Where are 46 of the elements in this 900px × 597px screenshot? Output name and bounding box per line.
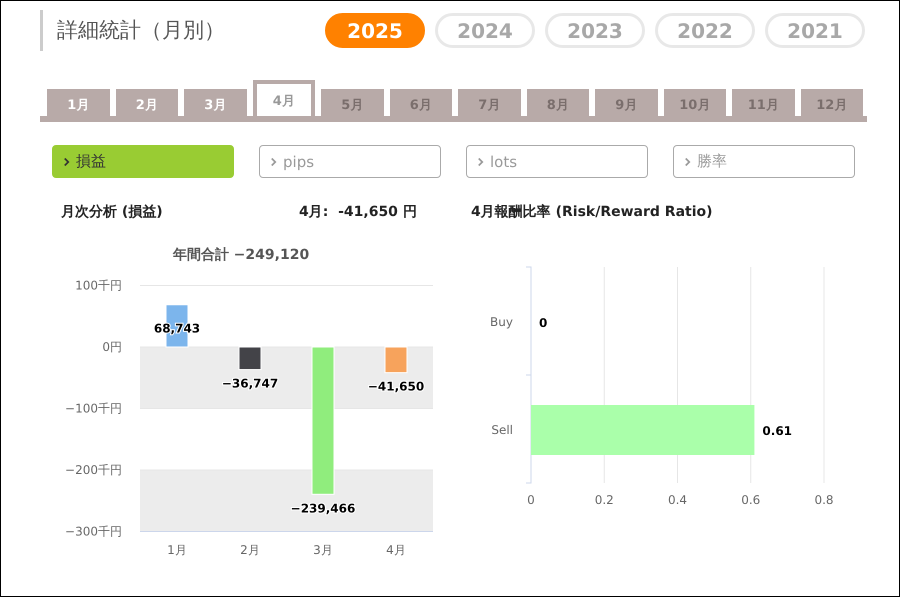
data-label: −239,466 — [290, 501, 356, 516]
axis-label: −100千円 — [65, 402, 122, 416]
axis-label: 0.8 — [814, 493, 834, 507]
axis-label: 4月 — [386, 543, 406, 557]
data-label: −36,747 — [222, 376, 278, 391]
axis-label: 0.4 — [668, 493, 688, 507]
bar — [238, 346, 262, 370]
data-label: 0 — [539, 316, 548, 330]
page-title: 詳細統計（月別） — [40, 10, 309, 51]
year-button[interactable]: 2023 — [545, 13, 645, 48]
month-tab[interactable]: 1月 — [47, 89, 110, 116]
bar — [384, 346, 408, 374]
axis-label: 3月 — [313, 543, 333, 557]
axis-label: −300千円 — [65, 524, 122, 538]
data-label: 0.61 — [762, 424, 792, 438]
chevron-icon — [477, 156, 484, 166]
axis-label: Sell — [491, 423, 513, 437]
chart-title: 年間合計 −249,120 — [172, 247, 310, 263]
axis-label: −200千円 — [65, 463, 122, 477]
filter-button[interactable]: 勝率 — [673, 145, 855, 178]
month-total: 4月: -41,650 円 — [299, 203, 418, 221]
axis-label: 100千円 — [75, 278, 122, 292]
axis-label: 0.6 — [741, 493, 760, 507]
chevron-icon — [270, 156, 277, 166]
month-tab[interactable]: 2月 — [116, 89, 178, 116]
data-label: −41,650 — [368, 380, 424, 394]
chevron-icon — [63, 156, 70, 166]
axis-label: 0 — [527, 493, 535, 507]
axis-label: Buy — [490, 315, 513, 329]
data-label: 68,743 — [154, 322, 200, 336]
filter-button[interactable]: 損益 — [52, 145, 234, 178]
axis-label: 0.2 — [594, 493, 614, 507]
year-button[interactable]: 2024 — [435, 13, 535, 48]
axis-label: 2月 — [240, 543, 260, 557]
year-button[interactable]: 2022 — [655, 13, 755, 48]
section-heading: 月次分析 (損益) — [61, 203, 164, 221]
filter-button[interactable]: pips — [259, 145, 441, 178]
section-heading: 4月報酬比率 (Risk/Reward Ratio) — [471, 203, 713, 221]
month-tab[interactable]: 4月 — [252, 80, 315, 116]
axis-label: 1月 — [167, 543, 187, 557]
chevron-icon — [684, 156, 691, 166]
year-button[interactable]: 2021 — [765, 13, 865, 48]
month-tab[interactable]: 3月 — [184, 89, 246, 116]
filter-button[interactable]: lots — [466, 145, 648, 178]
year-button[interactable]: 2025 — [325, 13, 425, 48]
axis-label: 0円 — [102, 340, 122, 354]
